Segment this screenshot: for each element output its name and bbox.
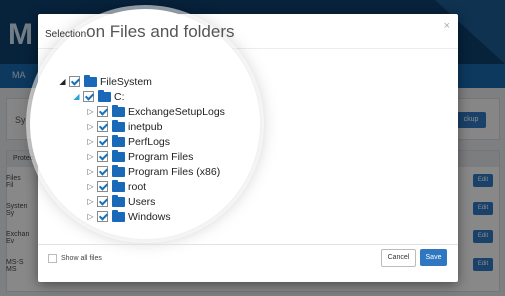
selection-dialog: Selectionon Files and folders × ◢ FileSy…	[30, 9, 458, 282]
show-all-files-option[interactable]: Show all files	[48, 254, 102, 263]
tree-label: Program Files	[128, 150, 194, 163]
folder-icon	[112, 119, 125, 132]
folder-checkbox[interactable]	[97, 166, 108, 177]
tree-label: inetpub	[128, 120, 163, 133]
tree-node-folder[interactable]: ▷ inetpub	[86, 119, 162, 134]
expand-arrow-icon[interactable]: ▷	[86, 182, 95, 191]
tree-label: PerfLogs	[128, 135, 171, 148]
tree-node-folder[interactable]: ▷ Windows	[86, 209, 171, 224]
expand-arrow-icon[interactable]: ▷	[86, 152, 95, 161]
folder-checkbox[interactable]	[97, 181, 108, 192]
tree-node-drive-c[interactable]: ◢ C:	[72, 89, 125, 104]
show-all-files-checkbox[interactable]	[48, 254, 57, 263]
tree-label: FileSystem	[100, 75, 152, 88]
expand-arrow-icon[interactable]: ▷	[86, 107, 95, 116]
folder-icon	[112, 134, 125, 147]
close-icon[interactable]: ×	[444, 20, 450, 32]
tree-node-folder[interactable]: ▷ root	[86, 179, 146, 194]
tree-label: ExchangeSetupLogs	[128, 105, 225, 118]
folder-icon	[112, 179, 125, 192]
tree-label: Windows	[128, 210, 171, 223]
expand-arrow-icon[interactable]: ▷	[86, 167, 95, 176]
folder-icon	[112, 104, 125, 117]
dialog-title-large: on Files and folders	[86, 22, 235, 41]
tree-node-filesystem[interactable]: ◢ FileSystem	[58, 74, 152, 89]
save-button[interactable]: Save	[420, 249, 447, 266]
folder-checkbox[interactable]	[97, 151, 108, 162]
collapse-arrow-icon[interactable]: ◢	[58, 77, 67, 86]
folder-icon	[112, 164, 125, 177]
tree-label: root	[128, 180, 147, 193]
show-all-files-label: Show all files	[61, 255, 102, 262]
folder-checkbox[interactable]	[97, 106, 108, 117]
dialog-title-small: Selection	[45, 29, 87, 40]
folder-icon	[112, 149, 125, 162]
tree-label: C:	[114, 90, 125, 103]
collapse-arrow-icon[interactable]: ◢	[72, 92, 81, 101]
folder-checkbox[interactable]	[97, 121, 108, 132]
folder-icon	[98, 89, 111, 102]
footer-divider	[38, 244, 458, 245]
expand-arrow-icon[interactable]: ▷	[86, 122, 95, 131]
expand-arrow-icon[interactable]: ▷	[86, 197, 95, 206]
tree-label: Program Files (x86)	[128, 165, 221, 178]
tree-node-folder[interactable]: ▷ ExchangeSetupLogs	[86, 104, 225, 119]
folder-checkbox[interactable]	[97, 136, 108, 147]
folder-checkbox[interactable]	[97, 196, 108, 207]
tree-label: Users	[128, 195, 156, 208]
folder-icon	[84, 74, 97, 87]
folder-icon	[112, 209, 125, 222]
cancel-button[interactable]: Cancel	[381, 249, 416, 267]
tree-node-folder[interactable]: ▷ PerfLogs	[86, 134, 170, 149]
dialog-title: Selectionon Files and folders	[45, 22, 235, 42]
folder-icon	[112, 194, 125, 207]
expand-arrow-icon[interactable]: ▷	[86, 212, 95, 221]
filesystem-checkbox[interactable]	[69, 76, 80, 87]
folder-checkbox[interactable]	[97, 211, 108, 222]
tree-node-folder[interactable]: ▷ Users	[86, 194, 155, 209]
tree-node-folder[interactable]: ▷ Program Files	[86, 149, 193, 164]
tree-node-folder[interactable]: ▷ Program Files (x86)	[86, 164, 220, 179]
drive-checkbox[interactable]	[83, 91, 94, 102]
expand-arrow-icon[interactable]: ▷	[86, 137, 95, 146]
